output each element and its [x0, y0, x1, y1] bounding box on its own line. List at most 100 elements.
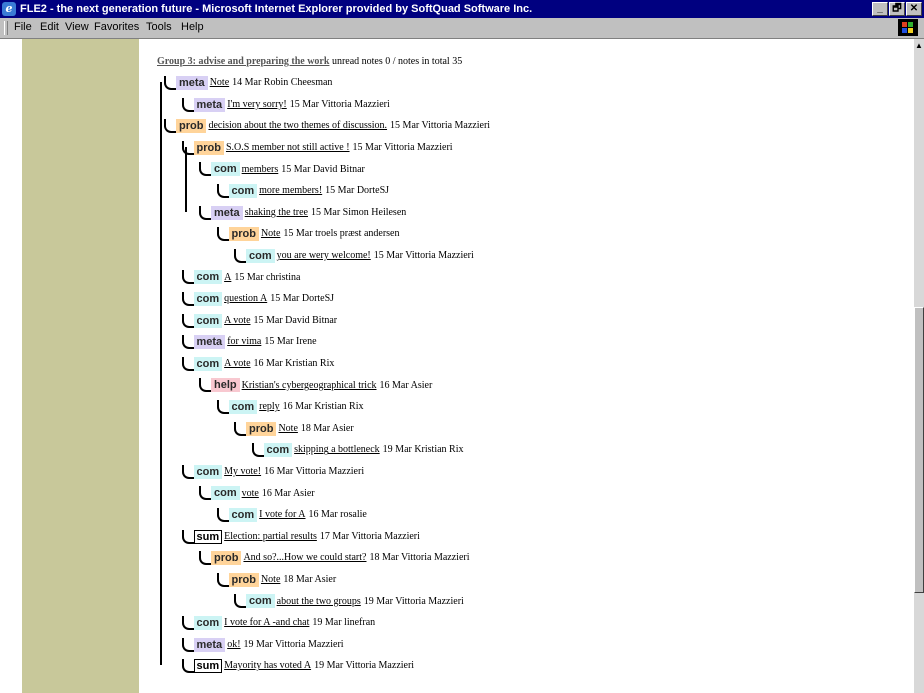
menu-edit[interactable]: Edit: [40, 21, 59, 33]
note-title-link[interactable]: Note: [261, 574, 280, 585]
note-row: meta shaking the tree 15 Mar Simon Heilese…: [199, 205, 406, 224]
note-row: meta I'm very sorry! 15 Mar Vittoria Mazzi…: [181, 97, 390, 116]
note-info: 16 Mar Asier: [261, 487, 315, 499]
tree-connector: [199, 551, 211, 566]
tree-guide-line: [185, 146, 187, 212]
note-title-link[interactable]: Note: [278, 423, 297, 434]
note-title-link[interactable]: question A: [224, 293, 267, 304]
note-row: com I vote for A 16 Mar rosalie: [216, 508, 367, 526]
note-info: 15 Mar Vittoria Mazzieri: [390, 120, 491, 132]
note-row: com more members! 15 Mar DorteSJ: [216, 184, 390, 202]
note-type-badge: meta: [193, 97, 226, 112]
note-title-link[interactable]: A vote: [224, 358, 250, 369]
tree-connector: [181, 637, 194, 652]
internet-explorer-icon: e: [2, 2, 16, 16]
note-row: com skipping a bottleneck 19 Mar Kristian …: [251, 443, 464, 461]
note-title-link[interactable]: members: [242, 164, 279, 175]
maximize-button[interactable]: 🗗: [889, 2, 905, 16]
note-title-link[interactable]: A: [224, 272, 231, 283]
menu-file[interactable]: File: [14, 21, 32, 33]
note-row: com vote 16 Mar Asier: [199, 486, 315, 504]
note-title-link[interactable]: ok!: [227, 639, 240, 650]
note-title-link[interactable]: Mayority has voted A: [224, 660, 311, 671]
note-type-badge: com: [263, 443, 293, 458]
note-info: 16 Mar Kristian Rix: [282, 401, 364, 413]
note-title-link[interactable]: Kristian's cybergeographical trick: [242, 380, 377, 391]
scroll-up-arrow-icon[interactable]: ▲: [914, 39, 924, 53]
note-title-link[interactable]: skipping a bottleneck: [294, 444, 380, 455]
notes-status: unread notes 0 / notes in total 35: [331, 56, 463, 67]
tree-connector: [199, 378, 211, 393]
tree-connector: [199, 205, 211, 220]
scrollbar-thumb[interactable]: [914, 307, 924, 593]
note-title-link[interactable]: about the two groups: [277, 596, 361, 607]
minimize-button[interactable]: _: [872, 2, 888, 16]
note-info: 18 Mar Vittoria Mazzieri: [369, 552, 470, 564]
tree-connector: [234, 421, 246, 436]
note-type-badge: sum: [193, 659, 223, 674]
note-row: prob Note 18 Mar Asier: [234, 421, 354, 440]
toolbar-grip[interactable]: [4, 21, 8, 35]
note-title-link[interactable]: you are wery welcome!: [277, 250, 371, 261]
group-link[interactable]: Group 3: advise and preparing the work: [157, 56, 329, 67]
note-type-badge: com: [193, 292, 223, 306]
tree-connector: [216, 227, 229, 242]
menu-view[interactable]: View: [65, 21, 89, 33]
note-title-link[interactable]: I vote for A -and chat: [224, 617, 309, 628]
note-title-link[interactable]: Election: partial results: [224, 531, 317, 542]
note-title-link[interactable]: Note: [261, 228, 280, 239]
note-info: 19 Mar linefran: [312, 617, 376, 629]
tree-connector: [181, 313, 194, 328]
note-row: meta for vima 15 Mar Irene: [181, 335, 317, 353]
note-title-link[interactable]: shaking the tree: [245, 207, 308, 218]
note-type-badge: com: [246, 594, 275, 609]
tree-connector: [234, 594, 246, 609]
vertical-scrollbar[interactable]: ▲: [914, 39, 924, 693]
note-title-link[interactable]: for vima: [227, 336, 261, 347]
note-info: 19 Mar Vittoria Mazzieri: [363, 595, 464, 607]
note-type-badge: prob: [228, 227, 259, 242]
note-type-badge: com: [246, 248, 275, 263]
note-info: 18 Mar Asier: [300, 422, 354, 434]
note-type-badge: meta: [193, 335, 226, 350]
menu-favorites[interactable]: Favorites: [94, 21, 139, 33]
note-info: 15 Mar Vittoria Mazzieri: [289, 98, 390, 110]
menu-tools[interactable]: Tools: [146, 21, 172, 33]
tree-connector: [181, 659, 194, 674]
note-title-link[interactable]: A vote: [224, 315, 250, 326]
note-type-badge: meta: [211, 205, 243, 220]
tree-connector: [164, 76, 176, 90]
tree-connector: [181, 97, 194, 112]
note-title-link[interactable]: My vote!: [224, 466, 261, 477]
note-type-badge: com: [228, 400, 258, 414]
tree-connector: [181, 464, 194, 479]
note-type-badge: com: [193, 270, 223, 285]
note-row: com question A 15 Mar DorteSJ: [181, 292, 334, 310]
note-row: com reply 16 Mar Kristian Rix: [216, 400, 364, 418]
note-type-badge: com: [211, 486, 240, 501]
note-info: 15 Mar Vittoria Mazzieri: [373, 250, 474, 262]
note-title-link[interactable]: I vote for A: [259, 509, 305, 520]
note-title-link[interactable]: Note: [210, 77, 229, 88]
tree-connector: [234, 248, 246, 263]
note-row: com My vote! 16 Mar Vittoria Mazzieri: [181, 464, 364, 483]
note-type-badge: prob: [176, 119, 207, 134]
menu-help[interactable]: Help: [181, 21, 204, 33]
note-title-link[interactable]: decision about the two themes of discuss…: [208, 120, 387, 131]
close-button[interactable]: ✕: [906, 2, 922, 16]
note-type-badge: com: [228, 184, 258, 198]
tree-connector: [164, 119, 176, 134]
note-row: help Kristian's cybergeographical trick 16…: [199, 378, 432, 396]
tree-connector: [251, 443, 264, 458]
note-title-link[interactable]: And so?...How we could start?: [243, 552, 366, 563]
note-title-link[interactable]: S.O.S member not still active !: [226, 142, 350, 153]
note-title-link[interactable]: more members!: [259, 185, 322, 196]
note-info: 15 Mar Irene: [264, 336, 317, 348]
note-title-link[interactable]: reply: [259, 401, 280, 412]
note-title-link[interactable]: I'm very sorry!: [227, 99, 287, 110]
tree-connector: [216, 508, 229, 522]
window-title-bar: e FLE2 - the next generation future - Mi…: [0, 0, 924, 18]
note-title-link[interactable]: vote: [242, 488, 259, 499]
group-header: Group 3: advise and preparing the work u…: [157, 56, 462, 67]
note-info: 15 Mar DorteSJ: [325, 185, 390, 197]
